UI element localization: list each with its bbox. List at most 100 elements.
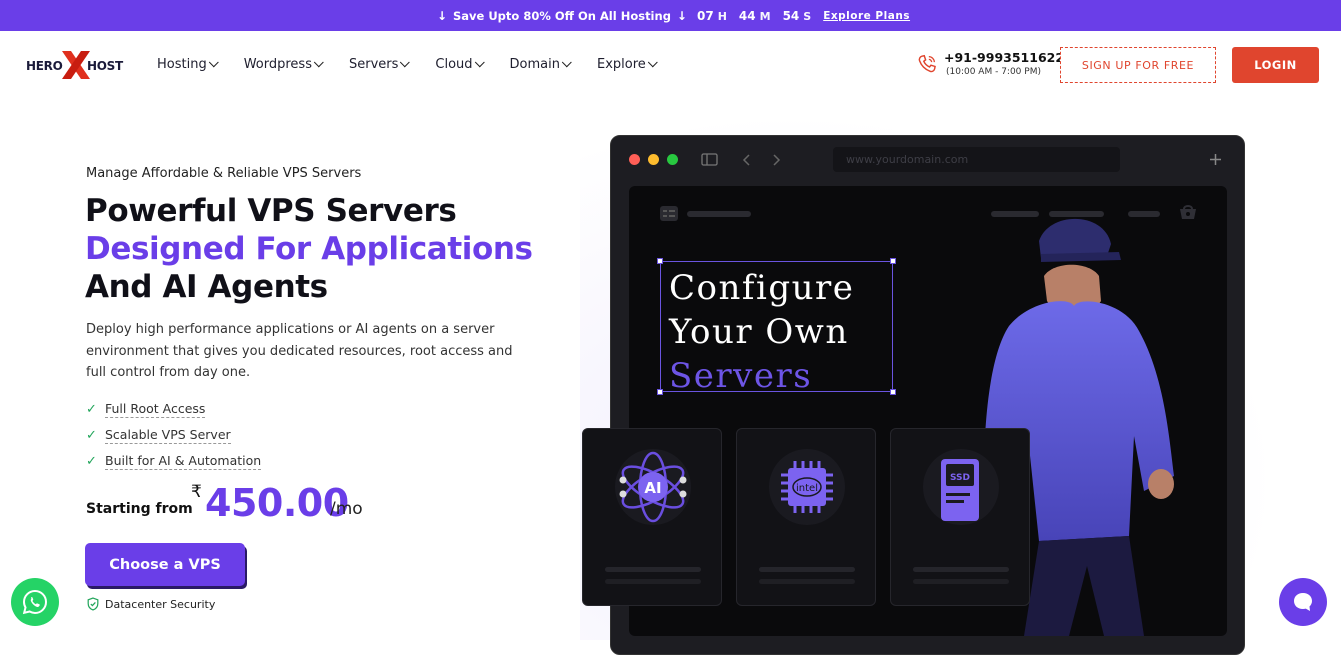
placeholder-bar [687, 211, 751, 217]
price-period: /mo [330, 499, 363, 519]
choose-vps-button[interactable]: Choose a VPS [85, 543, 245, 586]
price-label: Starting from [86, 501, 193, 517]
placeholder-bar [913, 567, 1009, 572]
shield-check-icon [87, 597, 99, 611]
ai-atom-icon: AI [615, 449, 691, 525]
arrow-down-icon: ↓ [676, 8, 687, 23]
feature-label: Full Root Access [105, 400, 206, 418]
placeholder-bar [605, 579, 701, 584]
minimize-dot-icon [648, 154, 659, 165]
nav-label: Explore [596, 56, 646, 72]
phone-number: +91-9993511622 [944, 50, 1065, 65]
hero-title-line1: Powerful VPS Servers [85, 193, 457, 229]
resize-handle [890, 258, 896, 264]
nav-label: Cloud [435, 56, 473, 72]
logo-text-left: HERO [26, 59, 63, 73]
chevron-down-icon [647, 56, 658, 67]
hero-eyebrow: Manage Affordable & Reliable VPS Servers [86, 166, 362, 181]
ai-card-label: AI [644, 479, 661, 497]
timer-seconds: 54 [782, 8, 800, 23]
logo[interactable]: HERO HOST [26, 48, 126, 82]
check-icon: ✓ [86, 401, 97, 417]
feature-label: Scalable VPS Server [105, 426, 231, 444]
datacenter-security-badge: Datacenter Security [86, 597, 215, 611]
placeholder-bar [605, 567, 701, 572]
ssd-card-label: SSD [950, 473, 970, 483]
chevron-down-icon [474, 56, 485, 67]
feature-cards: AI intel SSD [582, 428, 1030, 608]
nav-item-wordpress[interactable]: Wordpress [243, 56, 324, 72]
plus-icon [1210, 154, 1221, 165]
chevron-down-icon [313, 56, 324, 67]
hero-title: Powerful VPS Servers Designed For Applic… [85, 192, 533, 306]
maximize-dot-icon [667, 154, 678, 165]
mockup-headline-line2: Your Own [669, 312, 849, 352]
cpu-chip-icon: intel [769, 449, 845, 525]
promo-bar: ↓ Save Upto 80% Off On All Hosting ↓ 07 H… [0, 0, 1341, 31]
chevron-down-icon [208, 56, 219, 67]
feature-item: ✓ Full Root Access [86, 396, 261, 422]
nav-label: Hosting [157, 56, 207, 72]
cpu-card: intel [736, 428, 876, 606]
feature-label: Built for AI & Automation [105, 452, 262, 470]
check-icon: ✓ [86, 427, 97, 443]
nav-item-servers[interactable]: Servers [348, 56, 411, 72]
menu-grid-icon [660, 206, 678, 221]
phone-icon [918, 54, 936, 73]
timer-minutes-unit: M [759, 9, 771, 23]
live-chat-button[interactable] [1279, 578, 1327, 626]
price-value: 450.00 [205, 481, 349, 525]
hero-title-line2: Designed For Applications [85, 231, 533, 267]
nav-item-domain[interactable]: Domain [509, 56, 572, 72]
currency-symbol: ₹ [191, 482, 202, 502]
feature-item: ✓ Scalable VPS Server [86, 422, 261, 448]
resize-handle [657, 258, 663, 264]
nav-item-hosting[interactable]: Hosting [157, 56, 219, 72]
promo-text: Save Upto 80% Off On All Hosting [453, 8, 671, 23]
nav-label: Servers [348, 56, 399, 72]
arrow-down-icon: ↓ [436, 8, 447, 23]
placeholder-bar [759, 579, 855, 584]
security-text: Datacenter Security [105, 597, 216, 611]
feature-list: ✓ Full Root Access ✓ Scalable VPS Server ✓… [86, 396, 262, 474]
countdown-timer: 07 H 44 M 54 S [697, 9, 819, 23]
nav-item-explore[interactable]: Explore [596, 56, 658, 72]
support-hours: (10:00 AM - 7:00 PM) [946, 67, 1041, 77]
address-bar: www.yourdomain.com [833, 147, 1120, 172]
chevron-down-icon [400, 56, 411, 67]
signup-button[interactable]: SIGN UP FOR FREE [1060, 47, 1216, 83]
placeholder-bar [913, 579, 1009, 584]
ssd-card: SSD [890, 428, 1030, 606]
mockup-headline-line1: Configure [669, 268, 855, 308]
resize-handle [890, 389, 896, 395]
contact-phone[interactable]: +91-9993511622 (10:00 AM - 7:00 PM) [916, 50, 1064, 77]
main-nav: Hosting Wordpress Servers Cloud Domain E… [157, 31, 683, 97]
nav-label: Domain [509, 56, 560, 72]
ai-card: AI [582, 428, 722, 606]
timer-hours: 07 [696, 8, 714, 23]
nav-item-cloud[interactable]: Cloud [435, 56, 485, 72]
resize-handle [657, 389, 663, 395]
placeholder-bar [759, 567, 855, 572]
mockup-headline-line3: Servers [669, 356, 813, 396]
timer-seconds-unit: S [803, 9, 812, 23]
check-icon: ✓ [86, 453, 97, 469]
whatsapp-button[interactable] [11, 578, 59, 626]
cpu-card-label: intel [796, 483, 818, 494]
timer-hours-unit: H [717, 9, 727, 23]
hero-description: Deploy high performance applications or … [86, 322, 513, 380]
hero-title-line3: And AI Agents [85, 269, 328, 305]
whatsapp-icon [22, 589, 48, 615]
close-dot-icon [629, 154, 640, 165]
forward-arrow-icon [773, 154, 781, 166]
login-button[interactable]: LOGIN [1232, 47, 1319, 83]
logo-text-right: HOST [87, 59, 123, 73]
site-header: HERO HOST Hosting Wordpress Servers Clou… [0, 31, 1341, 97]
ssd-drive-icon: SSD [923, 449, 999, 525]
feature-item: ✓ Built for AI & Automation [86, 448, 262, 474]
back-arrow-icon [742, 154, 750, 166]
nav-label: Wordpress [243, 56, 312, 72]
explore-plans-link[interactable]: Explore Plans [823, 10, 910, 22]
chat-bubble-icon [1294, 593, 1312, 611]
timer-minutes: 44 [738, 8, 756, 23]
